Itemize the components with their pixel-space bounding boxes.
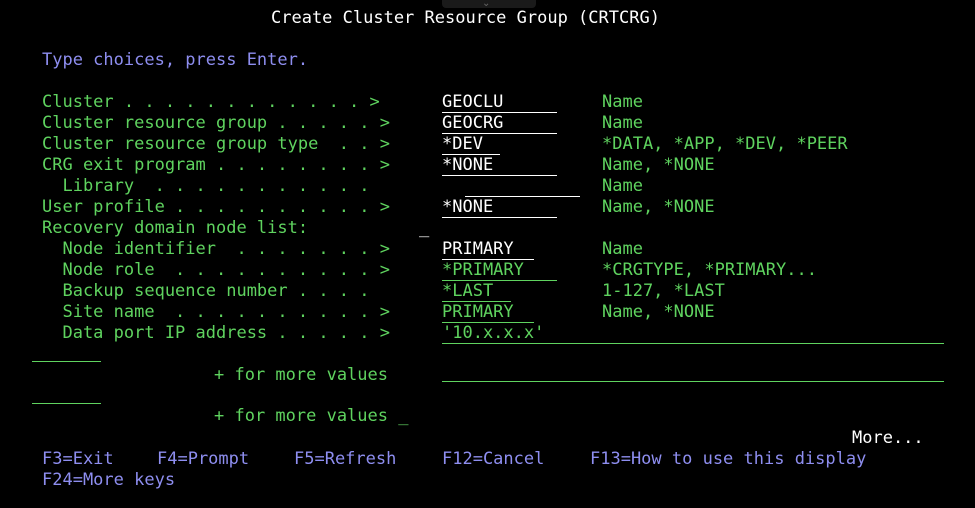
param-hint-cluster: Name xyxy=(602,92,643,112)
param-label-crg-type: Cluster resource group type . . > xyxy=(42,134,390,154)
param-hint-crg: Name xyxy=(602,113,643,133)
more-value-field-1[interactable] xyxy=(32,361,101,362)
data-port-ip-input[interactable]: '10.x.x.x' xyxy=(442,323,944,344)
terminal-screen: ⌄ Create Cluster Resource Group (CRTCRG)… xyxy=(0,0,975,508)
param-hint-user-profile: Name, *NONE xyxy=(602,197,715,217)
param-hint-library: Name xyxy=(602,176,643,196)
more-indicator: More... xyxy=(852,428,924,448)
param-label-user-profile: User profile . . . . . . . . . . > xyxy=(42,197,390,217)
more-values-label-1: + for more values xyxy=(214,365,388,385)
fkey-f13-help[interactable]: F13=How to use this display xyxy=(590,449,866,469)
param-hint-exit-program: Name, *NONE xyxy=(602,155,715,175)
param-label-exit-program: CRG exit program . . . . . . . . > xyxy=(42,155,390,175)
user-profile-input[interactable]: *NONE xyxy=(442,197,557,218)
param-label-cluster: Cluster . . . . . . . . . . . . > xyxy=(42,92,380,112)
fkey-f24-more-keys[interactable]: F24=More keys xyxy=(42,470,175,490)
param-label-crg: Cluster resource group . . . . . > xyxy=(42,113,390,133)
recovery-domain-input[interactable]: _ xyxy=(419,218,429,238)
fkey-f3-exit[interactable]: F3=Exit xyxy=(42,449,114,469)
param-hint-crg-type: *DATA, *APP, *DEV, *PEER xyxy=(602,134,848,154)
node-role-input[interactable]: *PRIMARY xyxy=(442,260,557,281)
site-name-input[interactable]: PRIMARY xyxy=(442,302,534,323)
crg-input[interactable]: GEOCRG xyxy=(442,113,557,134)
node-identifier-input[interactable]: PRIMARY xyxy=(442,239,534,260)
more-value-field-2[interactable] xyxy=(32,403,101,404)
screen-title: Create Cluster Resource Group (CRTCRG) xyxy=(271,8,660,28)
instruction-text: Type choices, press Enter. xyxy=(42,50,309,70)
backup-sequence-input[interactable]: *LAST xyxy=(442,281,511,302)
param-hint-node-identifier: Name xyxy=(602,239,643,259)
param-label-site-name: Site name . . . . . . . . . . > xyxy=(42,302,390,322)
exit-program-input[interactable]: *NONE xyxy=(442,155,557,176)
more-ip-input[interactable] xyxy=(442,381,944,382)
crg-type-input[interactable]: *DEV xyxy=(442,134,500,155)
param-label-recovery-domain: Recovery domain node list: xyxy=(42,218,309,238)
fkey-f4-prompt[interactable]: F4=Prompt xyxy=(157,449,249,469)
param-label-data-port-ip: Data port IP address . . . . . > xyxy=(42,323,390,343)
fkey-f5-refresh[interactable]: F5=Refresh xyxy=(294,449,396,469)
more-values-label-2: + for more values _ xyxy=(214,406,409,426)
param-label-node-identifier: Node identifier . . . . . . . > xyxy=(42,239,390,259)
param-hint-backup-sequence: 1-127, *LAST xyxy=(602,281,725,301)
param-hint-node-role: *CRGTYPE, *PRIMARY... xyxy=(602,260,817,280)
param-label-library: Library . . . . . . . . . . . xyxy=(42,176,370,196)
library-input[interactable] xyxy=(465,176,580,197)
fkey-f12-cancel[interactable]: F12=Cancel xyxy=(442,449,544,469)
param-hint-site-name: Name, *NONE xyxy=(602,302,715,322)
cluster-input[interactable]: GEOCLU xyxy=(442,92,557,113)
param-label-backup-sequence: Backup sequence number . . . . xyxy=(42,281,380,301)
param-label-node-role: Node role . . . . . . . . . . > xyxy=(42,260,390,280)
